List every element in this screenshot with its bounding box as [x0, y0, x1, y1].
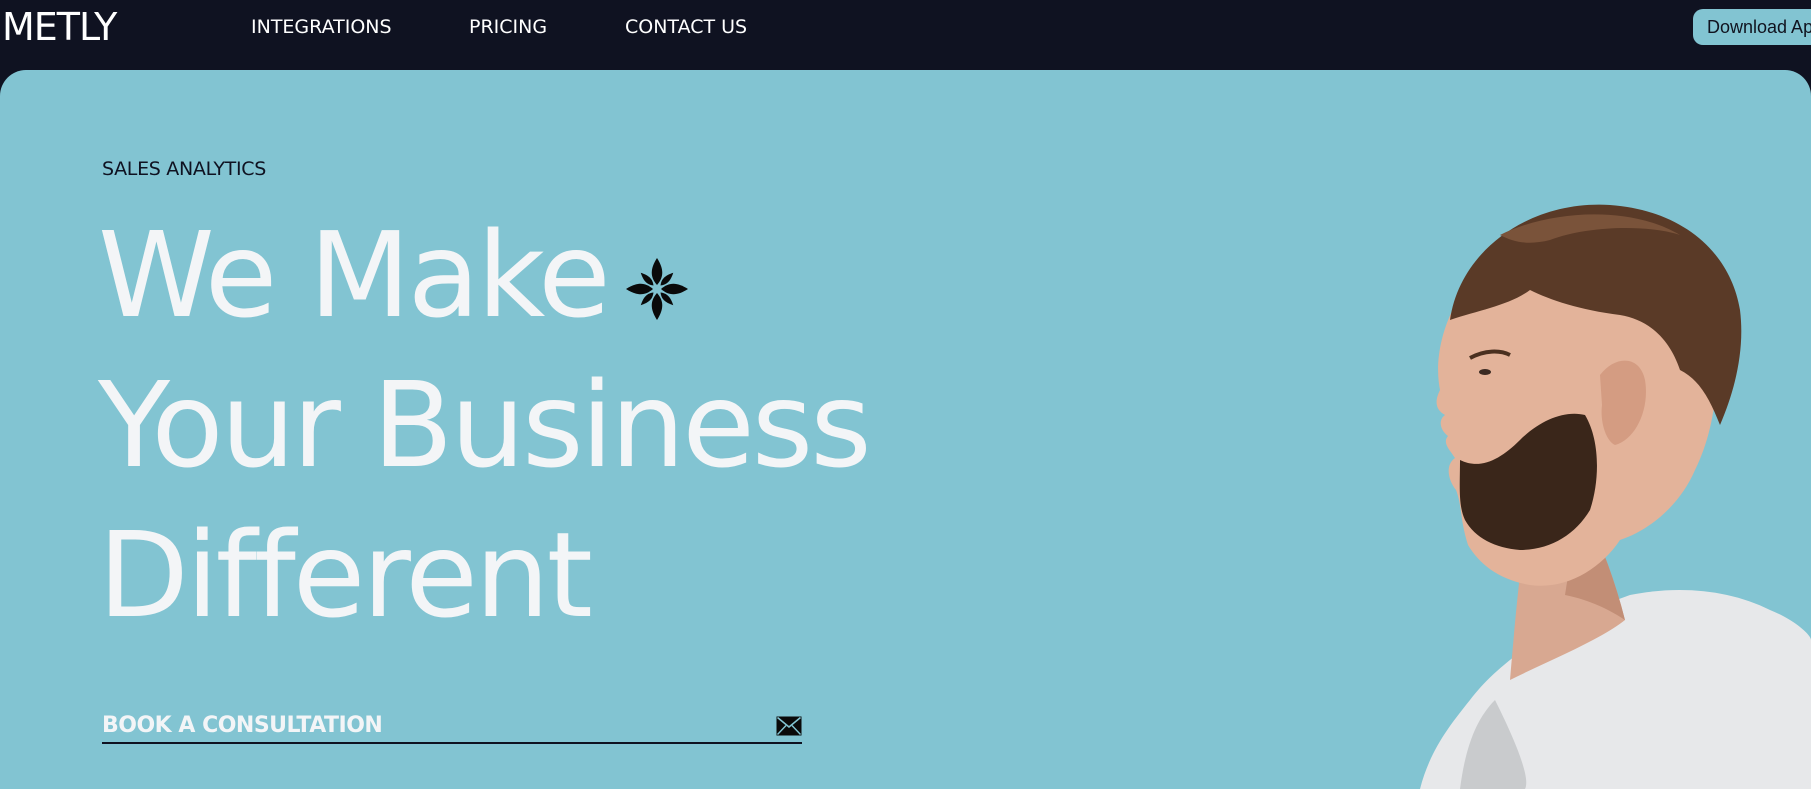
cta-label: BOOK A CONSULTATION — [102, 713, 383, 738]
book-consultation-link[interactable]: BOOK A CONSULTATION — [102, 712, 802, 744]
headline-line-3: Different — [98, 506, 593, 644]
man-profile-portrait — [1420, 204, 1811, 789]
nav-link-pricing[interactable]: PRICING — [469, 14, 547, 40]
hero-section: SALES ANALYTICS We Make Your Business Di… — [0, 70, 1811, 789]
top-navigation-bar: METLY INTEGRATIONS PRICING CONTACT US Do… — [0, 0, 1811, 70]
headline-line-1: We Make — [98, 206, 611, 344]
logo[interactable]: METLY — [2, 4, 117, 50]
hero-eyebrow: SALES ANALYTICS — [102, 158, 267, 180]
nav-link-contact-us[interactable]: CONTACT US — [625, 14, 747, 40]
nav-link-integrations[interactable]: INTEGRATIONS — [251, 14, 392, 40]
headline-line-2: Your Business — [98, 356, 872, 494]
envelope-icon — [776, 716, 802, 736]
download-app-button[interactable]: Download App — [1693, 9, 1811, 45]
flower-icon — [626, 258, 688, 320]
